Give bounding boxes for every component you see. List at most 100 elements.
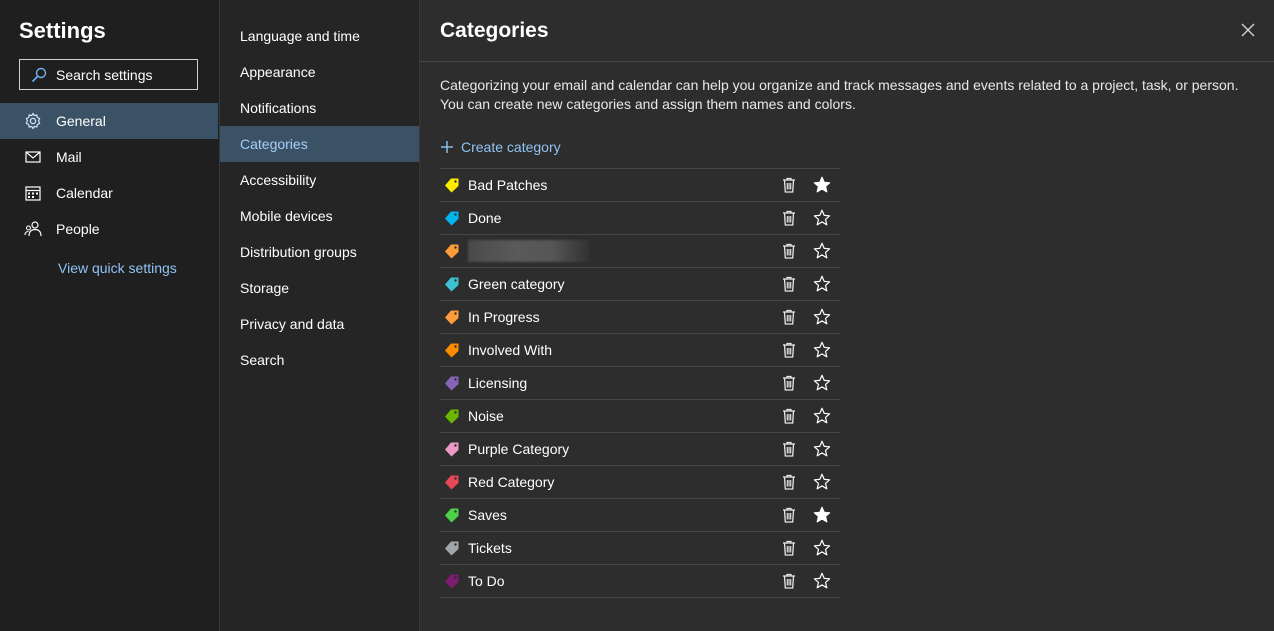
close-button[interactable] — [1240, 22, 1256, 38]
tag-icon — [444, 507, 460, 523]
settings-nav: Settings General Mail Calendar People View … — [0, 0, 218, 631]
trash-icon[interactable] — [780, 473, 798, 491]
subnav-item-language-and-time[interactable]: Language and time — [220, 18, 419, 54]
trash-icon[interactable] — [780, 176, 798, 194]
star-icon[interactable] — [813, 341, 831, 359]
category-row[interactable]: Done — [440, 202, 840, 235]
trash-icon[interactable] — [780, 506, 798, 524]
category-row[interactable]: Tickets — [440, 532, 840, 565]
category-name: Saves — [468, 507, 507, 523]
category-row[interactable]: To Do — [440, 565, 840, 598]
nav-item-general[interactable]: General — [0, 103, 218, 139]
people-icon — [24, 220, 42, 238]
nav-item-people[interactable]: People — [0, 211, 218, 247]
subnav-item-privacy-and-data[interactable]: Privacy and data — [220, 306, 419, 342]
create-category-button[interactable]: Create category — [440, 139, 561, 155]
star-icon[interactable] — [813, 473, 831, 491]
category-name: Green category — [468, 276, 565, 292]
tag-icon — [444, 573, 460, 589]
nav-item-mail[interactable]: Mail — [0, 139, 218, 175]
category-name: Bad Patches — [468, 177, 548, 193]
category-row[interactable]: Red Category — [440, 466, 840, 499]
star-icon[interactable] — [813, 539, 831, 557]
category-name: To Do — [468, 573, 505, 589]
subnav-item-search[interactable]: Search — [220, 342, 419, 378]
redacted-category-name — [468, 240, 590, 262]
search-input[interactable] — [56, 66, 196, 83]
trash-icon[interactable] — [780, 275, 798, 293]
subnav-item-distribution-groups[interactable]: Distribution groups — [220, 234, 419, 270]
tag-icon — [444, 408, 460, 424]
trash-icon[interactable] — [780, 539, 798, 557]
star-filled-icon[interactable] — [813, 506, 831, 524]
category-row[interactable]: Involved With — [440, 334, 840, 367]
category-row[interactable]: Bad Patches — [440, 169, 840, 202]
category-name: Red Category — [468, 474, 555, 490]
view-quick-settings-link[interactable]: View quick settings — [58, 260, 177, 276]
tag-icon — [444, 375, 460, 391]
trash-icon[interactable] — [780, 440, 798, 458]
trash-icon[interactable] — [780, 407, 798, 425]
subnav-item-appearance[interactable]: Appearance — [220, 54, 419, 90]
star-filled-icon[interactable] — [813, 176, 831, 194]
subnav-item-accessibility[interactable]: Accessibility — [220, 162, 419, 198]
category-name: Licensing — [468, 375, 528, 391]
tag-icon — [444, 309, 460, 325]
header-divider — [420, 61, 1274, 62]
star-icon[interactable] — [813, 242, 831, 260]
subnav-item-storage[interactable]: Storage — [220, 270, 419, 306]
trash-icon[interactable] — [780, 572, 798, 590]
nav-item-calendar[interactable]: Calendar — [0, 175, 218, 211]
category-name: Done — [468, 210, 502, 226]
trash-icon[interactable] — [780, 209, 798, 227]
plus-icon — [441, 141, 453, 153]
category-row[interactable]: In Progress — [440, 301, 840, 334]
settings-subnav: Language and time Appearance Notifications… — [219, 0, 419, 631]
star-icon[interactable] — [813, 440, 831, 458]
category-row[interactable]: Purple Category — [440, 433, 840, 466]
tag-icon — [444, 243, 460, 259]
subnav-item-notifications[interactable]: Notifications — [220, 90, 419, 126]
tag-icon — [444, 441, 460, 457]
close-icon — [1241, 23, 1255, 37]
nav-item-label: Calendar — [56, 185, 113, 201]
star-icon[interactable] — [813, 374, 831, 392]
gear-icon — [24, 112, 42, 130]
settings-nav-list: General Mail Calendar People — [0, 103, 218, 247]
star-icon[interactable] — [813, 275, 831, 293]
nav-item-label: General — [56, 113, 106, 129]
tag-icon — [444, 276, 460, 292]
tag-icon — [444, 177, 460, 193]
star-icon[interactable] — [813, 572, 831, 590]
subnav-item-mobile-devices[interactable]: Mobile devices — [220, 198, 419, 234]
category-name: Tickets — [468, 540, 512, 556]
star-icon[interactable] — [813, 209, 831, 227]
subnav-list: Language and time Appearance Notifications… — [220, 18, 419, 378]
star-icon[interactable] — [813, 308, 831, 326]
star-icon[interactable] — [813, 407, 831, 425]
tag-icon — [444, 210, 460, 226]
trash-icon[interactable] — [780, 242, 798, 260]
category-name: In Progress — [468, 309, 540, 325]
tag-icon — [444, 342, 460, 358]
tag-icon — [444, 540, 460, 556]
tag-icon — [444, 474, 460, 490]
nav-item-label: Mail — [56, 149, 82, 165]
nav-item-label: People — [56, 221, 100, 237]
category-list: Bad Patches Done Green category In Progress… — [440, 168, 840, 598]
page-title: Categories — [440, 19, 549, 42]
create-category-label: Create category — [461, 139, 561, 155]
category-row[interactable]: Licensing — [440, 367, 840, 400]
trash-icon[interactable] — [780, 374, 798, 392]
category-row[interactable]: Saves — [440, 499, 840, 532]
category-row[interactable]: Green category — [440, 268, 840, 301]
category-row[interactable] — [440, 235, 840, 268]
search-settings-box[interactable] — [19, 59, 198, 90]
categories-panel: Categories Categorizing your email and c… — [419, 0, 1274, 631]
settings-title: Settings — [19, 18, 106, 43]
trash-icon[interactable] — [780, 341, 798, 359]
subnav-item-categories[interactable]: Categories — [220, 126, 419, 162]
category-name: Purple Category — [468, 441, 570, 457]
trash-icon[interactable] — [780, 308, 798, 326]
category-row[interactable]: Noise — [440, 400, 840, 433]
